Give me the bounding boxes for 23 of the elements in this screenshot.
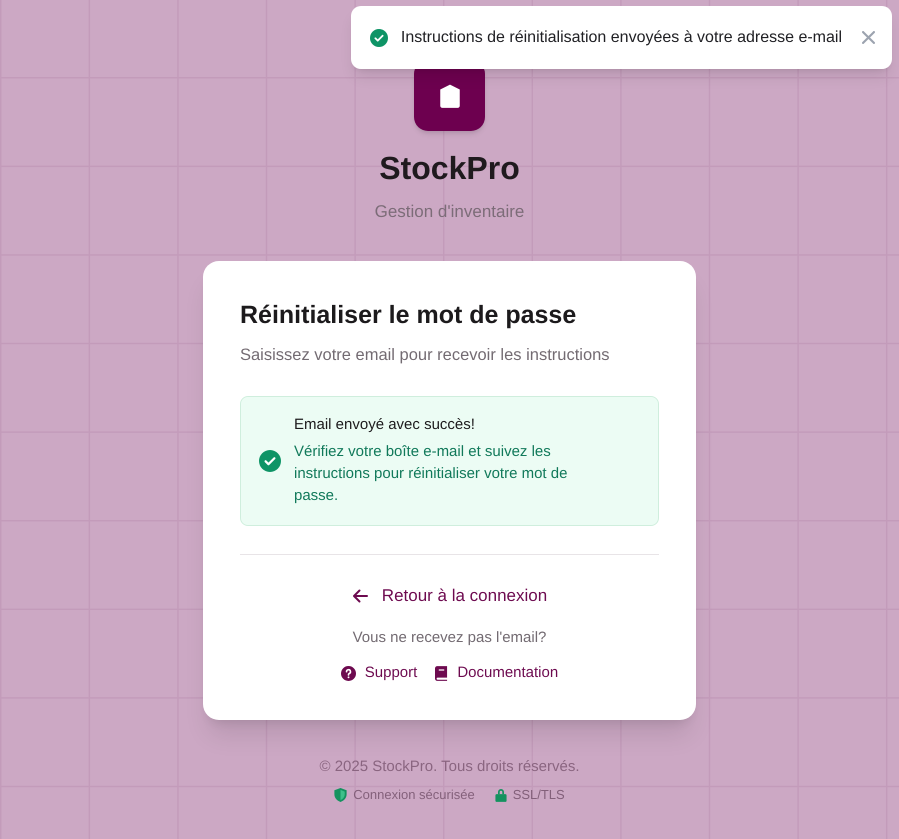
card-subtitle: Saisissez votre email pour recevoir les instructions <box>240 345 611 366</box>
app-tagline: Gestion d'inventaire <box>374 201 524 223</box>
app-name: StockPro <box>379 149 520 188</box>
close-icon <box>862 31 875 44</box>
lock-icon <box>494 788 507 802</box>
documentation-link[interactable]: Documentation <box>435 662 558 684</box>
close-button[interactable] <box>862 31 875 44</box>
help-prompt: Vous ne recevez pas l'email? <box>352 628 548 648</box>
alert-title: Email envoyé avec succès! <box>294 415 476 435</box>
check-circle-icon <box>370 28 388 46</box>
book-icon <box>435 666 448 680</box>
question-icon <box>340 666 356 680</box>
alert-message: Vérifiez votre boîte e-mail et suivez les instructions pour réinitialiser votre mot de passe. <box>294 442 568 506</box>
toast-message: Instructions de réinitialisation envoyées à votre adresse e-mail <box>400 28 842 48</box>
shield-icon <box>334 788 348 802</box>
arrow-left-icon <box>352 589 368 603</box>
copyright-text: © 2025 StockPro. Tous droits réservés. <box>319 757 580 777</box>
security-badge-label: Connexion sécurisée <box>353 786 475 804</box>
card-title: Réinitialiser le mot de passe <box>240 300 578 331</box>
back-to-login-link[interactable]: Retour à la connexion <box>352 584 548 608</box>
support-link[interactable]: Support <box>340 662 418 684</box>
check-circle-icon <box>259 450 281 472</box>
security-badge-label: SSL/TLS <box>512 786 565 804</box>
